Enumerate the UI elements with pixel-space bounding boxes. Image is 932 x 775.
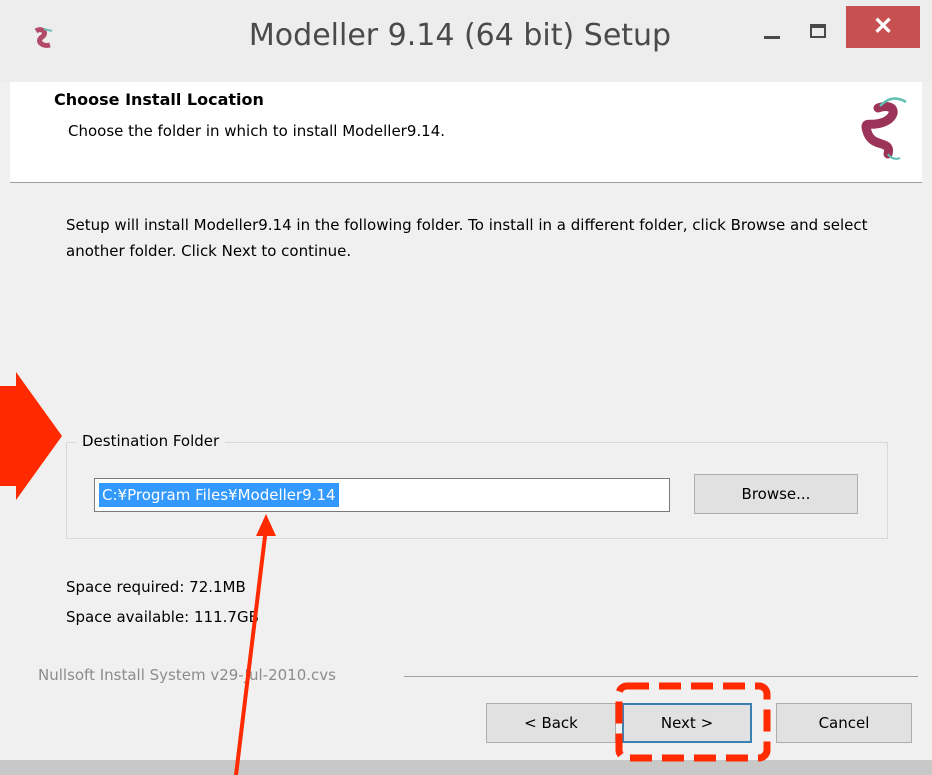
space-available: Space available: 111.7GB bbox=[66, 608, 259, 626]
destination-path-input[interactable]: C:¥Program Files¥Modeller9.14 bbox=[94, 478, 670, 512]
title-bar[interactable]: Modeller 9.14 (64 bit) Setup ✕ bbox=[0, 0, 932, 82]
close-icon[interactable]: ✕ bbox=[846, 6, 920, 48]
next-button[interactable]: Next > bbox=[622, 703, 752, 743]
page-title: Choose Install Location bbox=[54, 90, 264, 109]
destination-path-value[interactable]: C:¥Program Files¥Modeller9.14 bbox=[99, 483, 339, 507]
space-required: Space required: 72.1MB bbox=[66, 578, 246, 596]
cancel-button[interactable]: Cancel bbox=[776, 703, 912, 743]
back-button[interactable]: < Back bbox=[486, 703, 616, 743]
window-bottom-edge bbox=[0, 760, 932, 775]
nsis-branding: Nullsoft Install System v29-Jul-2010.cvs bbox=[38, 666, 336, 684]
browse-button[interactable]: Browse... bbox=[694, 474, 858, 514]
page-subtitle: Choose the folder in which to install Mo… bbox=[68, 122, 446, 140]
footer-divider bbox=[404, 676, 918, 677]
instructions-text: Setup will install Modeller9.14 in the f… bbox=[66, 216, 868, 260]
installer-window: Modeller 9.14 (64 bit) Setup ✕ Choose In… bbox=[0, 0, 932, 775]
maximize-icon[interactable] bbox=[800, 14, 836, 50]
minimize-icon[interactable] bbox=[752, 14, 788, 50]
header-panel: Choose Install Location Choose the folde… bbox=[10, 82, 922, 183]
destination-group-label: Destination Folder bbox=[76, 432, 226, 450]
protein-logo-icon bbox=[861, 97, 907, 160]
